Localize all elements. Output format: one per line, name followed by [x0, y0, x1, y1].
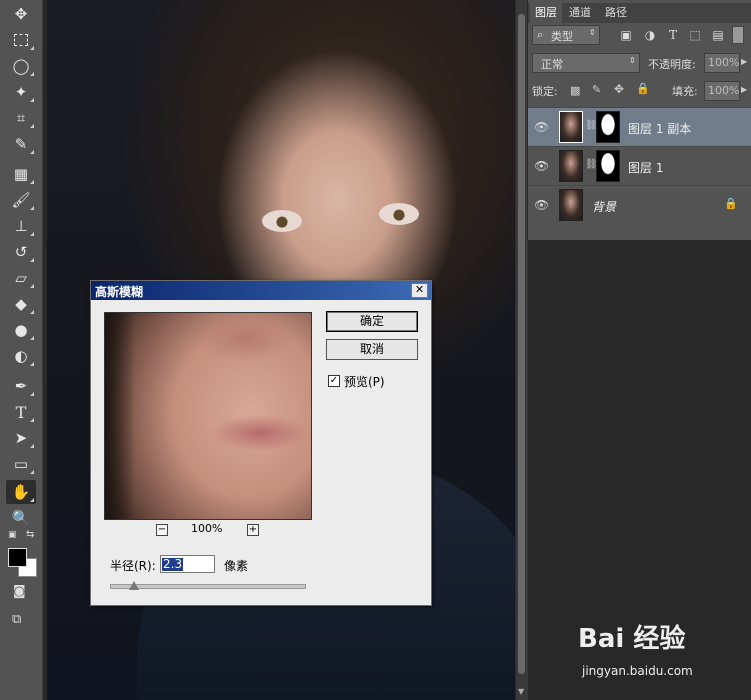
zoom-level: 100% [191, 522, 223, 535]
layer-thumbnail[interactable] [559, 111, 583, 143]
crop-tool-icon[interactable]: ⌗ [6, 106, 36, 130]
clone-stamp-icon[interactable]: ⊥ [6, 214, 36, 238]
opacity-label: 不透明度: [648, 58, 696, 71]
filter-smart-object-icon[interactable]: ▤ [711, 28, 725, 42]
swap-colors-icon[interactable]: ⇆ [26, 529, 34, 540]
visibility-eye-icon[interactable]: 👁 [534, 159, 549, 173]
lock-transparent-icon[interactable]: ▩ [570, 84, 580, 97]
close-icon[interactable]: ✕ [411, 283, 428, 298]
fill-label: 填充: [672, 85, 698, 98]
lasso-tool-icon[interactable]: ◯ [6, 54, 36, 78]
hand-tool-icon[interactable]: ✋ [6, 480, 36, 504]
layer-row-copy[interactable]: 👁 ⛓ 图层 1 副本 [528, 107, 751, 146]
rectangle-tool-icon[interactable]: ▭ [6, 452, 36, 476]
zoom-in-button[interactable]: + [247, 524, 259, 536]
dropdown-arrows-icon: ⇕ [629, 56, 636, 65]
tab-channels[interactable]: 通道 [564, 3, 596, 23]
radius-slider-thumb[interactable] [128, 581, 139, 590]
cancel-button[interactable]: 取消 [326, 339, 418, 360]
filter-pixel-icon[interactable]: ▣ [619, 28, 633, 42]
pen-tool-icon[interactable]: ✒ [6, 374, 36, 398]
photo-left-eye [262, 210, 302, 232]
visibility-eye-icon[interactable]: 👁 [534, 198, 549, 212]
layer-mask-thumbnail[interactable] [596, 111, 620, 143]
radius-unit-label: 像素 [224, 559, 249, 573]
radius-label: 半径(R): [110, 559, 156, 573]
magic-wand-icon[interactable]: ✦ [6, 80, 36, 104]
layer-thumbnail[interactable] [559, 189, 583, 221]
layer-name[interactable]: 图层 1 副本 [628, 120, 691, 137]
fill-input[interactable]: 100% [704, 81, 740, 101]
type-tool-glyph: T [15, 402, 27, 422]
dialog-title-bar[interactable]: 高斯模糊 ✕ [91, 281, 431, 300]
layer-name[interactable]: 图层 1 [628, 159, 663, 176]
foreground-color-swatch[interactable] [8, 548, 27, 567]
watermark-logo: Bai 经验 [578, 624, 686, 654]
dodge-tool-icon[interactable]: ◐ [6, 344, 36, 368]
default-colors-icon[interactable]: ▣ [8, 530, 17, 540]
screen-mode-icon[interactable]: ⧉ [12, 612, 21, 627]
blur-tool-icon[interactable]: ● [6, 318, 36, 342]
paint-bucket-icon[interactable]: ◆ [6, 292, 36, 316]
dropdown-arrows-icon: ⇕ [589, 28, 596, 37]
filter-type-icon[interactable]: T [666, 28, 680, 42]
zoom-out-button[interactable]: − [156, 524, 168, 536]
layer-thumbnail[interactable] [559, 150, 583, 182]
lock-all-icon[interactable]: 🔒 [636, 82, 650, 95]
tools-panel: ✥ ◯ ✦ ⌗ ✎ ▦ 🖌 ⊥ ↺ ▱ ◆ ● ◐ ✒ T ➤ ▭ ✋ 🔍 ▣ … [0, 0, 43, 700]
scrollbar-thumb[interactable] [518, 14, 525, 674]
layer-lock-icon: 🔒 [724, 197, 738, 210]
filter-toggle-switch[interactable] [732, 26, 744, 44]
blend-mode-dropdown[interactable]: 正常 ⇕ [532, 53, 640, 73]
type-tool-icon[interactable]: T [6, 400, 36, 424]
lock-label: 锁定: [532, 85, 558, 98]
tab-layers[interactable]: 图层 [530, 3, 562, 23]
scroll-down-arrow-icon[interactable]: ▼ [518, 687, 524, 696]
layer-filter-dropdown[interactable]: ⌕ 类型 ⇕ [532, 25, 600, 45]
filter-kind-value: 类型 [551, 30, 573, 43]
filter-adjustment-icon[interactable]: ◑ [643, 28, 657, 42]
radius-value[interactable]: 2.3 [162, 558, 184, 571]
fill-arrow-icon[interactable]: ▶ [741, 85, 747, 94]
preview-shadow [105, 313, 135, 519]
dialog-title: 高斯模糊 [95, 285, 144, 299]
blur-preview-image[interactable] [104, 312, 312, 520]
history-brush-icon[interactable]: ↺ [6, 240, 36, 264]
lock-image-icon[interactable]: ✎ [592, 83, 601, 96]
zoom-tool-icon[interactable]: 🔍 [6, 506, 36, 530]
gaussian-blur-dialog: 高斯模糊 ✕ 确定 取消 ✓ 预览(P) − 100% + 半径(R): 2.3… [90, 280, 432, 606]
marquee-tool-icon[interactable] [6, 28, 36, 52]
opacity-input[interactable]: 100% [704, 53, 740, 73]
layer-row-1[interactable]: 👁 ⛓ 图层 1 [528, 146, 751, 185]
radius-slider-track[interactable] [110, 584, 306, 589]
fill-value: 100% [708, 84, 740, 97]
opacity-value: 100% [708, 56, 740, 69]
brush-tool-icon[interactable]: 🖌 [6, 188, 36, 212]
photo-right-eye [379, 203, 419, 225]
path-selection-icon[interactable]: ➤ [6, 426, 36, 450]
opacity-arrow-icon[interactable]: ▶ [741, 57, 747, 66]
preview-checkbox-label[interactable]: 预览(P) [344, 373, 385, 390]
filter-search-icon: ⌕ [537, 28, 544, 41]
tab-paths[interactable]: 路径 [600, 3, 632, 23]
ok-button[interactable]: 确定 [326, 311, 418, 332]
watermark-url: jingyan.baidu.com [582, 664, 693, 678]
visibility-eye-icon[interactable]: 👁 [534, 120, 549, 134]
lock-position-icon[interactable]: ✥ [614, 82, 624, 96]
blend-mode-value: 正常 [541, 58, 563, 71]
move-tool-icon[interactable]: ✥ [6, 2, 36, 26]
layer-mask-thumbnail[interactable] [596, 150, 620, 182]
healing-brush-icon[interactable]: ▦ [6, 162, 36, 186]
quick-mask-icon[interactable]: ◙ [13, 584, 26, 599]
panel-tab-bar: 图层 通道 路径 [528, 3, 751, 23]
layers-panel: 图层 通道 路径 ⌕ 类型 ⇕ ▣ ◑ T ⬚ ▤ 正常 ⇕ 不透明度: 100… [527, 0, 751, 240]
layer-name[interactable]: 背景 [592, 198, 616, 215]
preview-checkbox[interactable]: ✓ [328, 375, 340, 387]
eyedropper-icon[interactable]: ✎ [6, 132, 36, 156]
filter-shape-icon[interactable]: ⬚ [688, 28, 702, 42]
layer-row-background[interactable]: 👁 背景 🔒 [528, 185, 751, 224]
eraser-icon[interactable]: ▱ [6, 266, 36, 290]
